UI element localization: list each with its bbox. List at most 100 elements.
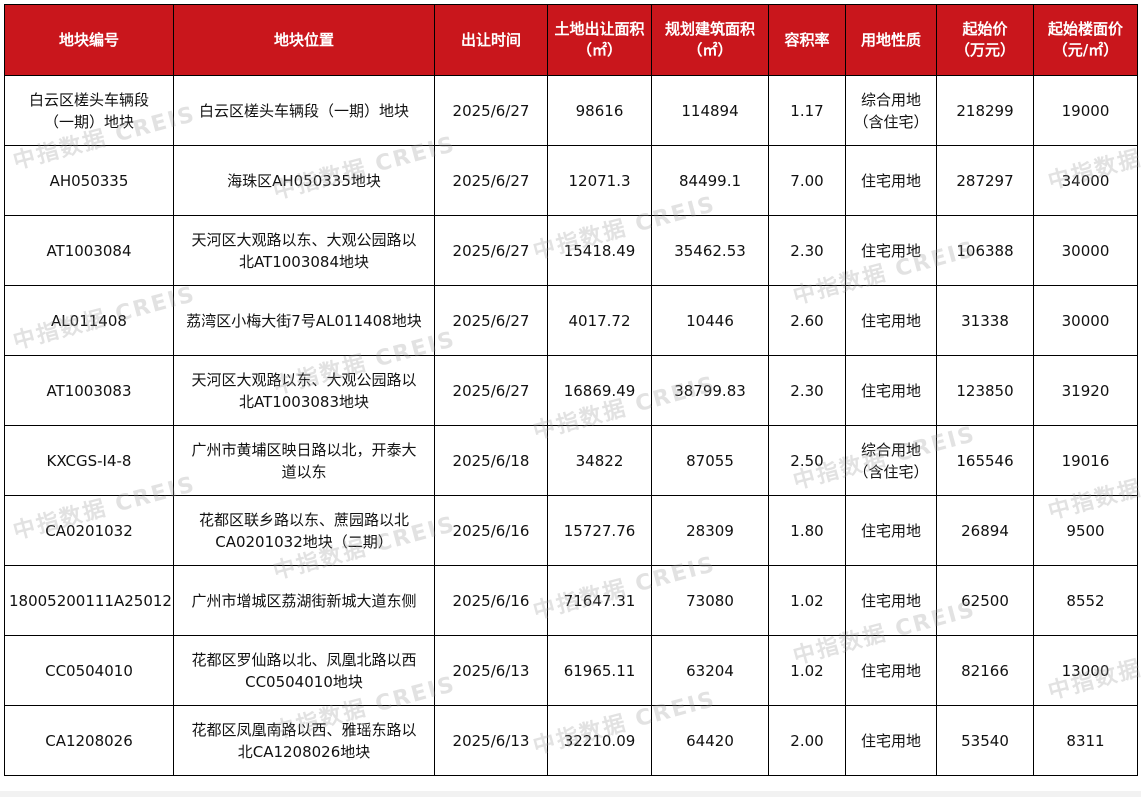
cell-build-area: 28309 [651, 495, 769, 566]
table-header: 地块编号 地块位置 出让时间 土地出让面积 （㎡） 规划建筑面积 （㎡） 容积率… [4, 4, 1138, 76]
cell-date: 2025/6/27 [434, 285, 548, 356]
cell-land-area: 61965.11 [547, 635, 652, 706]
cell-id: AT1003084 [4, 215, 174, 286]
cell-usage: 住宅用地 [845, 285, 937, 356]
cell-location: 天河区大观路以东、大观公园路以 北AT1003083地块 [173, 355, 435, 426]
cell-land-area: 4017.72 [547, 285, 652, 356]
header-start-price: 起始价 （万元） [936, 4, 1034, 76]
cell-id: AT1003083 [4, 355, 174, 426]
cell-build-area: 63204 [651, 635, 769, 706]
header-date: 出让时间 [434, 4, 548, 76]
cell-start-price: 287297 [936, 145, 1034, 216]
cell-location: 白云区槎头车辆段（一期）地块 [173, 75, 435, 146]
cell-usage: 住宅用地 [845, 145, 937, 216]
cell-location: 天河区大观路以东、大观公园路以 北AT1003084地块 [173, 215, 435, 286]
cell-floor-price: 13000 [1033, 635, 1138, 706]
header-floor-price: 起始楼面价 （元/㎡） [1033, 4, 1138, 76]
cell-floor-price: 30000 [1033, 215, 1138, 286]
table-row: CA1208026 花都区凤凰南路以西、雅瑶东路以 北CA1208026地块 202… [4, 705, 1138, 776]
cell-floor-price: 19016 [1033, 425, 1138, 496]
cell-build-area: 10446 [651, 285, 769, 356]
cell-usage: 住宅用地 [845, 495, 937, 566]
cell-far: 1.02 [768, 565, 846, 636]
table-row: 18005200111A25012 广州市增城区荔湖街新城大道东侧 2025/6/1… [4, 565, 1138, 636]
cell-start-price: 82166 [936, 635, 1034, 706]
cell-start-price: 26894 [936, 495, 1034, 566]
cell-id: CA1208026 [4, 705, 174, 776]
cell-build-area: 64420 [651, 705, 769, 776]
cell-far: 2.50 [768, 425, 846, 496]
bottom-strip [0, 791, 1141, 797]
cell-start-price: 31338 [936, 285, 1034, 356]
header-id: 地块编号 [4, 4, 174, 76]
cell-usage: 综合用地 （含住宅） [845, 425, 937, 496]
cell-start-price: 106388 [936, 215, 1034, 286]
cell-date: 2025/6/13 [434, 635, 548, 706]
cell-usage: 综合用地 （含住宅） [845, 75, 937, 146]
cell-date: 2025/6/27 [434, 215, 548, 286]
cell-id: AL011408 [4, 285, 174, 356]
cell-floor-price: 9500 [1033, 495, 1138, 566]
cell-build-area: 114894 [651, 75, 769, 146]
cell-land-area: 15727.76 [547, 495, 652, 566]
cell-build-area: 84499.1 [651, 145, 769, 216]
cell-far: 2.60 [768, 285, 846, 356]
table-row: AT1003083 天河区大观路以东、大观公园路以 北AT1003083地块 202… [4, 355, 1138, 426]
header-build-area: 规划建筑面积 （㎡） [651, 4, 769, 76]
cell-start-price: 62500 [936, 565, 1034, 636]
cell-id: 18005200111A25012 [4, 565, 174, 636]
cell-build-area: 73080 [651, 565, 769, 636]
cell-usage: 住宅用地 [845, 705, 937, 776]
cell-date: 2025/6/16 [434, 565, 548, 636]
cell-floor-price: 34000 [1033, 145, 1138, 216]
table-row: CC0504010 花都区罗仙路以北、凤凰北路以西 CC0504010地块 2025… [4, 635, 1138, 706]
cell-land-area: 16869.49 [547, 355, 652, 426]
cell-land-area: 15418.49 [547, 215, 652, 286]
cell-floor-price: 19000 [1033, 75, 1138, 146]
cell-location: 荔湾区小梅大街7号AL011408地块 [173, 285, 435, 356]
cell-build-area: 35462.53 [651, 215, 769, 286]
header-row: 地块编号 地块位置 出让时间 土地出让面积 （㎡） 规划建筑面积 （㎡） 容积率… [4, 4, 1138, 76]
cell-floor-price: 8552 [1033, 565, 1138, 636]
cell-location: 花都区凤凰南路以西、雅瑶东路以 北CA1208026地块 [173, 705, 435, 776]
cell-land-area: 34822 [547, 425, 652, 496]
table-row: AH050335 海珠区AH050335地块 2025/6/27 12071.3 844… [4, 145, 1138, 216]
header-far: 容积率 [768, 4, 846, 76]
cell-location: 广州市增城区荔湖街新城大道东侧 [173, 565, 435, 636]
cell-floor-price: 31920 [1033, 355, 1138, 426]
cell-usage: 住宅用地 [845, 215, 937, 286]
cell-far: 2.30 [768, 355, 846, 426]
cell-location: 广州市黄埔区映日路以北，开泰大 道以东 [173, 425, 435, 496]
cell-date: 2025/6/13 [434, 705, 548, 776]
cell-far: 2.00 [768, 705, 846, 776]
cell-date: 2025/6/27 [434, 145, 548, 216]
cell-location: 海珠区AH050335地块 [173, 145, 435, 216]
cell-far: 1.80 [768, 495, 846, 566]
cell-date: 2025/6/27 [434, 75, 548, 146]
cell-date: 2025/6/27 [434, 355, 548, 426]
cell-land-area: 98616 [547, 75, 652, 146]
table-row: AT1003084 天河区大观路以东、大观公园路以 北AT1003084地块 202… [4, 215, 1138, 286]
cell-date: 2025/6/18 [434, 425, 548, 496]
cell-location: 花都区罗仙路以北、凤凰北路以西 CC0504010地块 [173, 635, 435, 706]
cell-id: CA0201032 [4, 495, 174, 566]
cell-far: 1.17 [768, 75, 846, 146]
cell-land-area: 71647.31 [547, 565, 652, 636]
table-row: AL011408 荔湾区小梅大街7号AL011408地块 2025/6/27 4017… [4, 285, 1138, 356]
cell-build-area: 87055 [651, 425, 769, 496]
cell-floor-price: 30000 [1033, 285, 1138, 356]
cell-start-price: 123850 [936, 355, 1034, 426]
cell-id: AH050335 [4, 145, 174, 216]
table-row: 白云区槎头车辆段 （一期）地块 白云区槎头车辆段（一期）地块 2025/6/27 98… [4, 75, 1138, 146]
cell-start-price: 218299 [936, 75, 1034, 146]
cell-id: KXCGS-I4-8 [4, 425, 174, 496]
table-body: 白云区槎头车辆段 （一期）地块 白云区槎头车辆段（一期）地块 2025/6/27 98… [4, 75, 1138, 776]
cell-far: 7.00 [768, 145, 846, 216]
header-location: 地块位置 [173, 4, 435, 76]
cell-id: 白云区槎头车辆段 （一期）地块 [4, 75, 174, 146]
cell-start-price: 53540 [936, 705, 1034, 776]
cell-far: 1.02 [768, 635, 846, 706]
cell-usage: 住宅用地 [845, 635, 937, 706]
header-usage: 用地性质 [845, 4, 937, 76]
cell-start-price: 165546 [936, 425, 1034, 496]
